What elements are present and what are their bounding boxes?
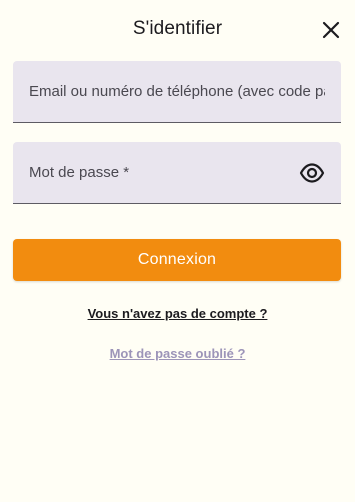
connexion-button[interactable]: Connexion	[13, 239, 341, 281]
email-field[interactable]	[13, 61, 341, 123]
password-field[interactable]	[13, 142, 341, 204]
login-dialog: S'identifier Connexion Vous n'avez pas d…	[0, 0, 355, 502]
close-icon[interactable]	[321, 20, 341, 40]
dialog-header: S'identifier	[0, 0, 355, 60]
eye-icon[interactable]	[299, 161, 325, 185]
dialog-title: S'identifier	[132, 18, 223, 39]
forgot-password-link[interactable]: Mot de passe oublié ?	[0, 346, 355, 361]
password-input[interactable]	[29, 142, 281, 203]
signup-link[interactable]: Vous n'avez pas de compte ?	[0, 306, 355, 321]
email-input[interactable]	[29, 61, 325, 122]
